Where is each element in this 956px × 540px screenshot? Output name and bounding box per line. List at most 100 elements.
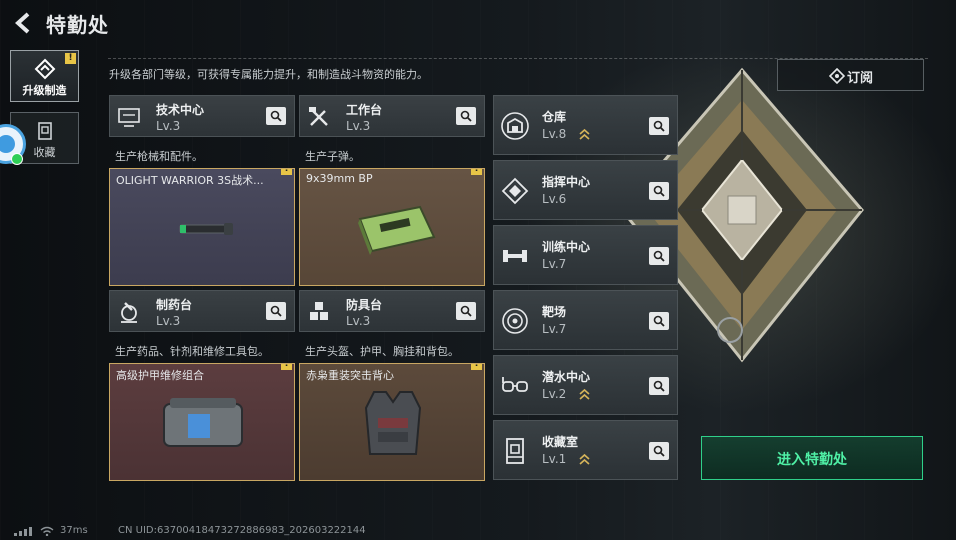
- repair-bag-icon: [163, 398, 243, 447]
- enter-facility-label: 进入特勤处: [777, 452, 847, 468]
- alert-badge: !: [281, 169, 292, 175]
- station-level: Lv.2: [542, 387, 567, 401]
- tools-icon: [309, 107, 328, 126]
- tab-upgrade-craft-label: 升级制造: [22, 84, 67, 97]
- search-icon: [653, 250, 665, 262]
- search-button[interactable]: [649, 182, 669, 200]
- tech-center-icon: [118, 108, 140, 127]
- alert-badge: !: [471, 364, 482, 370]
- craft-item-name: 高级护甲维修组合: [116, 369, 204, 382]
- display-case-icon: [506, 438, 524, 464]
- header: 特勤处: [0, 0, 956, 46]
- flashlight-icon: [179, 223, 233, 235]
- status-footer: 37ms CN UID:6370041847327288698З_2026032…: [0, 522, 956, 540]
- search-icon: [270, 305, 282, 317]
- search-icon: [653, 185, 665, 197]
- user-id: CN UID:6370041847327288698З_202603222144: [118, 525, 366, 536]
- workshop-name: 防具台: [346, 298, 383, 312]
- target-icon: [502, 308, 528, 334]
- vest-icon: [364, 391, 422, 455]
- station-name: 潜水中心: [542, 370, 591, 384]
- station-name: 训练中心: [542, 240, 591, 254]
- craft-item-slot[interactable]: OLIGHT WARRIOR 3S战术... !: [109, 168, 295, 286]
- search-button[interactable]: [266, 107, 286, 125]
- diving-mask-icon: [502, 377, 528, 392]
- workshop-level: Lv.3: [346, 314, 371, 328]
- search-button[interactable]: [649, 312, 669, 330]
- alert-badge: !: [65, 53, 76, 64]
- subscribe-button[interactable]: 订阅: [777, 59, 924, 91]
- ping-readout: 37ms: [60, 525, 88, 536]
- search-icon: [653, 315, 665, 327]
- station-collection-room[interactable]: 收藏室 Lv.1: [493, 420, 678, 480]
- workshop-name: 技术中心: [156, 103, 205, 117]
- workshop-level: Lv.3: [346, 119, 371, 133]
- dumbbell-icon: [503, 250, 527, 262]
- craft-item-slot[interactable]: 赤枭重装突击背心 !: [299, 363, 485, 481]
- craft-item-name: 赤枭重装突击背心: [306, 369, 394, 382]
- workshop-description: 生产子弹。: [305, 150, 360, 163]
- craft-item-slot[interactable]: 9x39mm BP !: [299, 168, 485, 286]
- assistant-icon: [0, 135, 15, 153]
- back-arrow-icon[interactable]: [10, 10, 36, 36]
- craft-item-name: OLIGHT WARRIOR 3S战术...: [116, 174, 264, 187]
- search-icon: [460, 110, 472, 122]
- search-button[interactable]: [456, 107, 476, 125]
- microscope-icon: [121, 302, 137, 323]
- search-button[interactable]: [649, 247, 669, 265]
- station-level: Lv.1: [542, 452, 567, 466]
- page-description: 升级各部门等级，可获得专属能力提升，和制造战斗物资的能力。: [109, 68, 428, 81]
- station-warehouse[interactable]: 仓库 Lv.8: [493, 95, 678, 155]
- search-icon: [270, 110, 282, 122]
- station-name: 靶场: [542, 305, 567, 319]
- enter-facility-button[interactable]: 进入特勤处: [701, 436, 923, 480]
- search-button[interactable]: [456, 302, 476, 320]
- station-level: Lv.6: [542, 192, 567, 206]
- search-icon: [653, 380, 665, 392]
- station-command-center[interactable]: 指挥中心 Lv.6: [493, 160, 678, 220]
- craft-item-slot[interactable]: 高级护甲维修组合 !: [109, 363, 295, 481]
- ammo-box-icon: [358, 205, 436, 255]
- upgrade-available-icon: [579, 388, 590, 400]
- search-button[interactable]: [649, 442, 669, 460]
- search-button[interactable]: [266, 302, 286, 320]
- page-title: 特勤处: [46, 13, 109, 37]
- craft-item-name: 9x39mm BP: [306, 172, 373, 185]
- upgrade-icon: [34, 58, 55, 80]
- alert-badge: !: [281, 364, 292, 370]
- warehouse-icon: [501, 112, 529, 140]
- upgrade-available-icon: [579, 128, 590, 140]
- search-icon: [653, 445, 665, 457]
- wifi-icon: [40, 526, 54, 536]
- station-name: 仓库: [542, 110, 567, 124]
- station-level: Lv.7: [542, 322, 567, 336]
- upgrade-available-icon: [579, 453, 590, 465]
- signal-bars-icon: [14, 527, 32, 536]
- search-button[interactable]: [649, 117, 669, 135]
- workshop-tech-center[interactable]: 技术中心 Lv.3: [109, 95, 295, 137]
- station-name: 指挥中心: [542, 175, 591, 189]
- alert-badge: !: [471, 169, 482, 175]
- subscribe-icon: [829, 68, 845, 84]
- station-name: 收藏室: [542, 435, 579, 449]
- workshop-name: 工作台: [346, 103, 383, 117]
- search-button[interactable]: [649, 377, 669, 395]
- station-level: Lv.8: [542, 127, 567, 141]
- workshop-workbench[interactable]: 工作台 Lv.3: [299, 95, 485, 137]
- tab-upgrade-craft[interactable]: 升级制造 !: [10, 50, 79, 102]
- station-shooting-range[interactable]: 靶场 Lv.7: [493, 290, 678, 350]
- station-diving-center[interactable]: 潜水中心 Lv.2: [493, 355, 678, 415]
- collection-icon: [37, 122, 52, 140]
- workshop-description: 生产头盔、护甲、胸挂和背包。: [305, 345, 459, 358]
- command-center-icon: [501, 177, 529, 205]
- subscribe-label: 订阅: [847, 71, 874, 86]
- armor-blocks-icon: [310, 302, 328, 320]
- workshop-description: 生产枪械和配件。: [115, 150, 203, 163]
- station-training-center[interactable]: 训练中心 Lv.7: [493, 225, 678, 285]
- station-level: Lv.7: [542, 257, 567, 271]
- workshop-level: Lv.3: [156, 119, 181, 133]
- online-status-icon: [11, 153, 23, 165]
- workshop-pharmacy[interactable]: 制药台 Lv.3: [109, 290, 295, 332]
- workshop-armor-bench[interactable]: 防具台 Lv.3: [299, 290, 485, 332]
- workshop-description: 生产药品、针剂和维修工具包。: [115, 345, 269, 358]
